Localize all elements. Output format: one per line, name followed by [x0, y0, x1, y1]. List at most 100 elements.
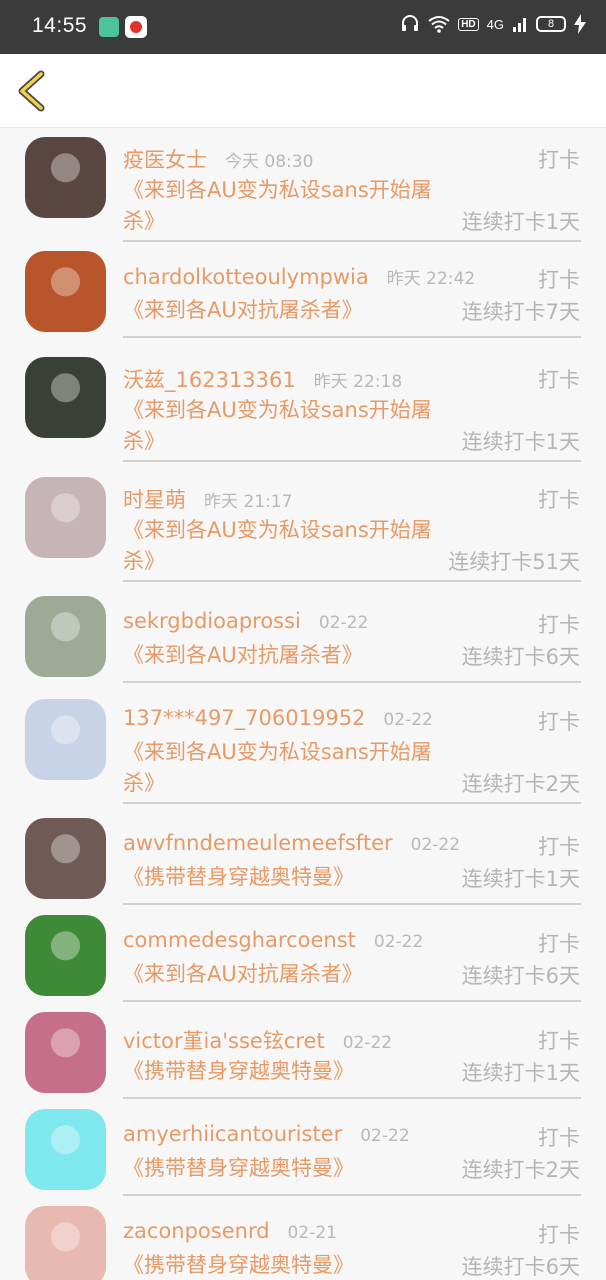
streak-count: 连续打卡1天 — [461, 1061, 580, 1085]
checkin-row[interactable]: 时星萌 昨天 21:17 打卡 《来到各AU变为私设sans开始屠杀》 连续打卡51天 — [0, 468, 606, 593]
username[interactable]: victor堇ia'sse铉cret — [123, 1025, 325, 1055]
user-avatar[interactable] — [25, 915, 106, 996]
book-title-link[interactable]: 《携带替身穿越奥特曼》 — [123, 1056, 445, 1087]
book-title-link[interactable]: 《来到各AU变为私设sans开始屠杀》 — [123, 395, 445, 457]
book-title-link[interactable]: 《携带替身穿越奥特曼》 — [123, 862, 445, 893]
checkin-action-label: 打卡 — [538, 1126, 580, 1150]
user-avatar[interactable] — [25, 1109, 106, 1190]
name-line: chardolkotteoulympwia 昨天 22:42 — [123, 264, 475, 289]
user-avatar[interactable] — [25, 357, 106, 438]
row-divider — [123, 681, 581, 683]
checkin-action-label: 打卡 — [538, 932, 580, 956]
username[interactable]: awvfnndemeulemeefsfter — [123, 831, 393, 855]
user-avatar[interactable] — [25, 477, 106, 558]
checkin-time: 02-22 — [360, 1126, 410, 1146]
checkin-time: 今天 08:30 — [225, 152, 314, 172]
username[interactable]: amyerhiicantourister — [123, 1122, 342, 1146]
checkin-time: 02-21 — [287, 1223, 337, 1243]
charging-icon — [574, 14, 586, 34]
user-avatar[interactable] — [25, 1012, 106, 1093]
checkin-row[interactable]: 疫医女士 今天 08:30 打卡《来到各AU变为私设sans开始屠杀》 连续打卡1天 — [0, 128, 606, 248]
streak-count: 连续打卡2天 — [461, 772, 580, 796]
checkin-row[interactable]: commedesgharcoenst 02-22 打卡 《来到各AU对抗屠杀者》 连续打… — [0, 912, 606, 1009]
checkin-row[interactable]: victor堇ia'sse铉cret 02-22 打卡《携带替身穿越奥特曼》 连续打卡… — [0, 1009, 606, 1106]
hd-badge: HD — [458, 17, 479, 31]
name-line: 137***497_706019952 02-22 — [123, 706, 433, 730]
checkin-row[interactable]: chardolkotteoulympwia 昨天 22:42 打卡《来到各AU对抗屠… — [0, 248, 606, 348]
user-avatar[interactable] — [25, 818, 106, 899]
checkin-action-label: 打卡 — [538, 710, 580, 734]
checkin-time: 02-22 — [318, 613, 369, 633]
row-divider — [123, 580, 581, 582]
user-avatar[interactable] — [25, 251, 106, 332]
status-indicators: HD 4G 8 — [400, 14, 586, 34]
book-title-link[interactable]: 《来到各AU变为私设sans开始屠杀》 — [123, 175, 445, 237]
checkin-action-label: 打卡 — [538, 148, 580, 172]
checkin-time: 昨天 22:42 — [386, 269, 476, 289]
app-notification-icon — [99, 17, 119, 37]
book-title-link[interactable]: 《携带替身穿越奥特曼》 — [123, 1250, 445, 1280]
row-divider — [123, 460, 581, 462]
streak-count: 连续打卡51天 — [448, 550, 580, 574]
name-line: 沃兹_162313361 昨天 22:18 — [123, 364, 402, 394]
checkin-time: 02-22 — [410, 835, 461, 855]
book-title-link[interactable]: 《携带替身穿越奥特曼》 — [123, 1153, 445, 1184]
streak-count: 连续打卡7天 — [461, 300, 580, 324]
checkin-action-label: 打卡 — [538, 368, 580, 392]
row-divider — [123, 1194, 581, 1196]
streak-count: 连续打卡1天 — [461, 210, 580, 234]
book-title-link[interactable]: 《来到各AU对抗屠杀者》 — [123, 640, 445, 671]
username[interactable]: commedesgharcoenst — [123, 928, 356, 952]
row-divider — [123, 802, 581, 804]
name-line: victor堇ia'sse铉cret 02-22 — [123, 1025, 392, 1055]
username[interactable]: 时星萌 — [123, 484, 186, 514]
checkin-row[interactable]: 137***497_706019952 02-22 打卡《来到各AU变为私设sans… — [0, 690, 606, 815]
checkin-row[interactable]: zaconposenrd 02-21 打卡 《携带替身穿越奥特曼》 连续打卡6天 — [0, 1203, 606, 1280]
checkin-row[interactable]: awvfnndemeulemeefsfter 02-22 打卡《携带替身穿越奥特曼》… — [0, 815, 606, 912]
streak-count: 连续打卡6天 — [461, 645, 580, 669]
checkin-row[interactable]: sekrgbdioaprossi 02-22 打卡《来到各AU对抗屠杀者》 连续打卡6… — [0, 593, 606, 690]
checkin-time: 02-22 — [342, 1033, 393, 1053]
name-line: awvfnndemeulemeefsfter 02-22 — [123, 831, 460, 855]
wifi-icon — [428, 16, 450, 33]
back-button[interactable] — [14, 70, 50, 112]
streak-count: 连续打卡6天 — [461, 1255, 580, 1279]
row-divider — [123, 903, 581, 905]
name-line: amyerhiicantourister 02-22 — [123, 1122, 410, 1146]
book-title-link[interactable]: 《来到各AU对抗屠杀者》 — [123, 295, 445, 326]
user-avatar[interactable] — [25, 699, 106, 780]
checkin-time: 昨天 22:18 — [313, 372, 403, 392]
username[interactable]: sekrgbdioaprossi — [123, 609, 301, 633]
book-title-link[interactable]: 《来到各AU变为私设sans开始屠杀》 — [123, 737, 445, 799]
checkin-action-label: 打卡 — [538, 613, 580, 637]
checkin-list: 疫医女士 今天 08:30 打卡 《来到各AU变为私设sans开始屠杀》 连续打卡1天 c… — [0, 128, 606, 1280]
video-app-notification-icon — [125, 16, 147, 38]
username[interactable]: 137***497_706019952 — [123, 706, 365, 730]
network-label: 4G — [486, 16, 504, 32]
book-title-link[interactable]: 《来到各AU对抗屠杀者》 — [123, 959, 445, 990]
name-line: zaconposenrd 02-21 — [123, 1219, 337, 1243]
username[interactable]: chardolkotteoulympwia — [123, 265, 369, 289]
status-bar: 14:55 HD 4G 8 — [0, 0, 606, 54]
checkin-row[interactable]: 沃兹_162313361 昨天 22:18 打卡《来到各AU变为私设sans开始屠杀… — [0, 348, 606, 468]
name-line: sekrgbdioaprossi 02-22 — [123, 609, 368, 633]
row-divider — [123, 1097, 581, 1099]
username[interactable]: 疫医女士 — [123, 144, 207, 174]
checkin-row[interactable]: amyerhiicantourister 02-22 打卡《携带替身穿越奥特曼》 连续… — [0, 1106, 606, 1203]
checkin-action-label: 打卡 — [538, 1029, 580, 1053]
name-line: 疫医女士 今天 08:30 — [123, 144, 313, 174]
name-line: 时星萌 昨天 21:17 — [123, 484, 292, 514]
username[interactable]: 沃兹_162313361 — [123, 364, 296, 394]
checkin-action-label: 打卡 — [538, 268, 580, 292]
streak-count: 连续打卡1天 — [461, 430, 580, 454]
user-avatar[interactable] — [25, 137, 106, 218]
name-line: commedesgharcoenst 02-22 — [123, 928, 423, 952]
user-avatar[interactable] — [25, 596, 106, 677]
checkin-action-label: 打卡 — [538, 835, 580, 859]
row-divider — [123, 240, 581, 242]
username[interactable]: zaconposenrd — [123, 1219, 270, 1243]
streak-count: 连续打卡2天 — [461, 1158, 580, 1182]
book-title-link[interactable]: 《来到各AU变为私设sans开始屠杀》 — [123, 515, 445, 577]
user-avatar[interactable] — [25, 1206, 106, 1280]
headset-icon — [402, 15, 419, 31]
